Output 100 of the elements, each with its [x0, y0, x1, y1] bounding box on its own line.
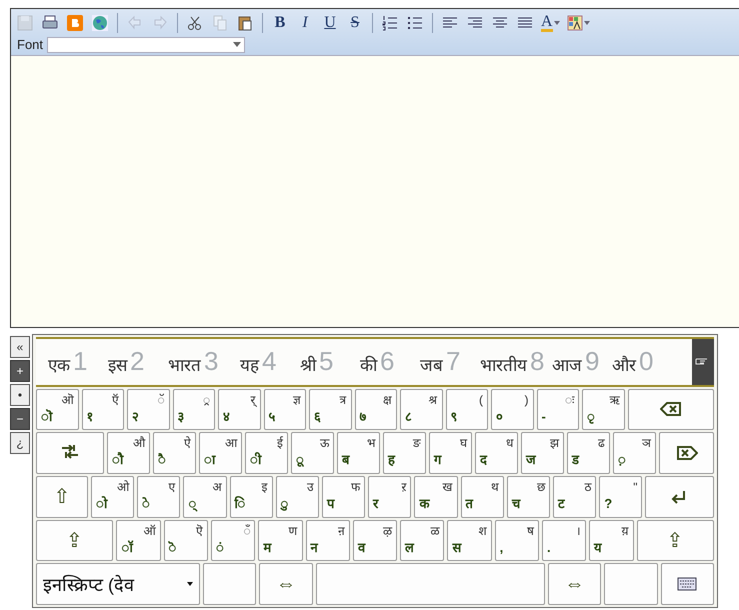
- keyboard-key[interactable]: ज्ञ ५: [264, 388, 306, 430]
- suggestion-word[interactable]: भारत: [166, 353, 203, 376]
- keyboard-key[interactable]: क्ष ७: [354, 388, 397, 430]
- keyboard-key[interactable]: ख क: [414, 476, 458, 518]
- keyboard-key[interactable]: झ ज: [521, 432, 564, 474]
- keyboard-key[interactable]: ( ९: [446, 388, 488, 430]
- blank-key[interactable]: [202, 563, 256, 605]
- suggestion-word[interactable]: इस: [106, 353, 129, 376]
- keyboard-key[interactable]: औ ौ: [107, 432, 150, 474]
- side-button[interactable]: «: [10, 336, 30, 358]
- keyboard-key[interactable]: ) ०: [491, 388, 534, 430]
- keyboard-key[interactable]: ऒ ॊ: [36, 388, 78, 430]
- caret-icon: [584, 21, 590, 25]
- keyboard-key[interactable]: श स: [447, 520, 492, 562]
- blog-icon: [66, 14, 84, 32]
- suggestion-word[interactable]: और: [610, 353, 638, 376]
- arrows-key[interactable]: ⇔: [259, 563, 313, 605]
- underline-button[interactable]: U: [319, 12, 341, 34]
- keyboard-key[interactable]: ऊ ू: [291, 432, 334, 474]
- keyboard-key[interactable]: ठ ट: [553, 476, 596, 518]
- backspace-key[interactable]: [628, 388, 714, 430]
- keyboard-key[interactable]: ष ,: [494, 520, 539, 562]
- keyboard-key[interactable]: ॅ २: [127, 388, 170, 430]
- space-key[interactable]: [316, 563, 545, 605]
- keyboard-key[interactable]: ई ी: [245, 432, 288, 474]
- suggestion-number: 0: [639, 346, 654, 378]
- keyboard-key[interactable]: ध द: [475, 432, 518, 474]
- shift-key[interactable]: ⇪: [36, 520, 114, 562]
- keyboard-key[interactable]: फ प: [322, 476, 366, 518]
- suggestion-number: 9: [585, 346, 600, 378]
- italic-button[interactable]: I: [294, 12, 316, 34]
- side-button[interactable]: −: [10, 408, 30, 430]
- caret-icon: [554, 21, 560, 25]
- keyboard-key[interactable]: ळ ल: [400, 520, 444, 562]
- keyboard-key[interactable]: ए े: [137, 476, 180, 518]
- delete-key[interactable]: [659, 432, 714, 474]
- bullet-list-icon: [406, 14, 424, 32]
- paste-icon: [236, 14, 254, 32]
- keyboard-key[interactable]: ण म: [258, 520, 303, 562]
- keyboard-key[interactable]: ऴ व: [352, 520, 398, 562]
- keyboard-key[interactable]: त्र ६: [309, 388, 352, 430]
- backspace-icon: [660, 401, 682, 418]
- keyboard-key[interactable]: ऋ ृ: [582, 388, 624, 430]
- suggestion-word[interactable]: जब: [418, 353, 445, 376]
- layout-dropdown[interactable]: इनस्क्रिप्ट (देव: [36, 563, 200, 605]
- globe-button[interactable]: [89, 12, 111, 34]
- keyboard-key[interactable]: ऑ ॉ: [116, 520, 161, 562]
- suggestion-number: 2: [130, 346, 144, 378]
- suggestion-word[interactable]: आज: [550, 353, 584, 376]
- keyboard-key[interactable]: ऎ ॆ: [164, 520, 208, 562]
- keyboard-key[interactable]: ्र ३: [172, 388, 215, 430]
- globe-icon: [91, 14, 109, 32]
- strike-button[interactable]: S: [344, 12, 366, 34]
- keyboard-key[interactable]: ऩ न: [306, 520, 350, 562]
- keyboard-key[interactable]: छ च: [506, 476, 550, 518]
- keyboard-key[interactable]: उ ु: [276, 476, 319, 518]
- suggestion-number: 3: [204, 346, 218, 378]
- side-button[interactable]: ¿: [10, 432, 30, 454]
- suggestion-number: 6: [380, 346, 394, 378]
- pointing-hand-button[interactable]: [692, 339, 714, 385]
- keyboard-key[interactable]: ँ ं: [210, 520, 256, 562]
- keyboard-icon: [676, 576, 698, 592]
- keyboard-key[interactable]: इ ि: [230, 476, 273, 518]
- keyboard-key[interactable]: ऱ र: [368, 476, 412, 518]
- suggestion-number: 8: [530, 346, 544, 378]
- keyboard-key[interactable]: य़ य: [589, 520, 634, 562]
- font-color-button[interactable]: A: [539, 12, 562, 34]
- keyboard-key[interactable]: ढ ड: [567, 432, 610, 474]
- suggestion-word[interactable]: श्री: [298, 353, 318, 376]
- arrows-key[interactable]: ⇔: [548, 563, 602, 605]
- caps-key[interactable]: ⇧: [36, 476, 88, 518]
- keyboard-key[interactable]: [660, 563, 714, 605]
- shift-key[interactable]: ⇪: [636, 520, 714, 562]
- keyboard-key[interactable]: र् ४: [218, 388, 260, 430]
- keyboard-key[interactable]: आ ा: [199, 432, 242, 474]
- suggestion-word[interactable]: यह: [238, 353, 261, 376]
- keyboard-key[interactable]: अ ्: [183, 476, 226, 518]
- keyboard-key[interactable]: । .: [542, 520, 586, 562]
- suggestion-word[interactable]: भारतीय: [478, 353, 529, 376]
- side-button[interactable]: •: [10, 384, 30, 406]
- copy-icon: [211, 14, 229, 32]
- suggestion-number: 7: [446, 346, 460, 378]
- keyboard-key[interactable]: " ?: [599, 476, 642, 518]
- keyboard-key[interactable]: ञ ़: [613, 432, 656, 474]
- suggestion-number: 5: [319, 346, 334, 378]
- suggestion-word[interactable]: एक: [46, 353, 72, 376]
- keyboard-key[interactable]: ऐ ै: [153, 432, 196, 474]
- keyboard-key[interactable]: घ ग: [429, 432, 472, 474]
- keyboard-key[interactable]: ऍ १: [82, 388, 124, 430]
- bold-button[interactable]: B: [269, 12, 291, 34]
- keyboard-key[interactable]: भ ब: [337, 432, 380, 474]
- suggestion-word[interactable]: की: [358, 353, 379, 376]
- keyboard-key[interactable]: श्र ८: [400, 388, 442, 430]
- keyboard-key[interactable]: ङ ह: [383, 432, 426, 474]
- side-button[interactable]: +: [10, 360, 30, 382]
- keyboard-key[interactable]: ः -: [536, 388, 579, 430]
- delete-icon: [676, 445, 698, 462]
- keyboard-key[interactable]: ओ ो: [90, 476, 134, 518]
- keyboard-key[interactable]: थ त: [460, 476, 504, 518]
- tab-key[interactable]: [36, 432, 104, 474]
